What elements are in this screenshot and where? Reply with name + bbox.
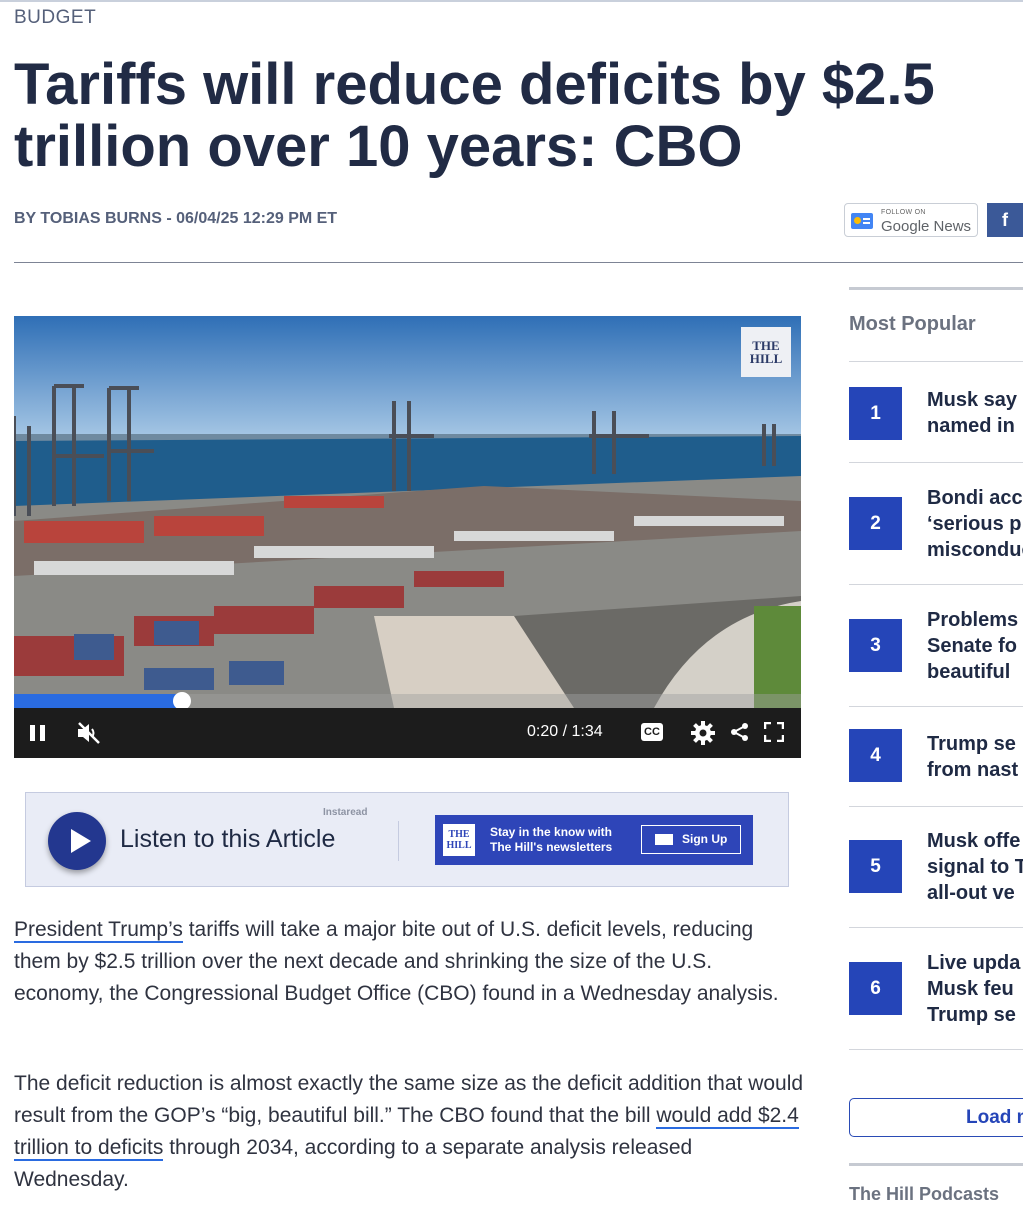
article-paragraph-2: The deficit reduction is almost exactly … (14, 1068, 804, 1196)
the-hill-watermark: THE HILL (741, 327, 791, 377)
sidebar-divider (849, 806, 1023, 807)
sidebar-top-rule (849, 287, 1023, 290)
facebook-share-button[interactable]: f (987, 203, 1023, 237)
google-news-icon (851, 213, 873, 229)
newsletter-signup-button[interactable]: Sign Up (641, 825, 741, 854)
podcasts-heading: The Hill Podcasts (849, 1184, 1000, 1204)
video-player[interactable]: THE HILL 0:20 / 1:34 CC (14, 316, 801, 758)
popular-rank: 5 (849, 840, 902, 893)
popular-title[interactable]: Live upda Musk feu Trump se (927, 950, 1023, 1028)
cc-icon[interactable]: CC (641, 723, 663, 741)
video-duration: / 1:34 (562, 723, 603, 740)
facebook-icon: f (1002, 210, 1008, 230)
popular-rank: 3 (849, 619, 902, 672)
listen-divider (398, 821, 399, 861)
popular-rank: 6 (849, 962, 902, 1015)
instaread-brand: Instaread (323, 807, 368, 818)
popular-title[interactable]: Bondi acc ‘serious p misconduc (927, 485, 1023, 563)
sidebar-divider (849, 584, 1023, 585)
video-progress-fill (14, 694, 182, 708)
gear-icon[interactable] (690, 720, 716, 746)
popular-title[interactable]: Trump se from nast (927, 731, 1023, 783)
popular-rank: 1 (849, 387, 902, 440)
video-controls: 0:20 / 1:34 CC (14, 708, 801, 758)
article-paragraph-1: President Trump’s tariffs will take a ma… (14, 914, 804, 1010)
video-frame (14, 316, 801, 708)
sidebar-divider (849, 1049, 1023, 1050)
google-news-follow-label: FOLLOW ON (881, 209, 926, 216)
pause-icon[interactable] (30, 725, 46, 741)
president-trump-link[interactable]: President Trump’s (14, 918, 183, 943)
most-popular-heading: Most Popular (849, 313, 976, 335)
top-border (0, 0, 1023, 2)
signup-label: Sign Up (682, 832, 728, 846)
listen-to-article-widget: Listen to this Article Instaread THE HIL… (25, 792, 789, 887)
popular-title[interactable]: Problems Senate fo beautiful (927, 607, 1023, 685)
fullscreen-icon[interactable] (764, 722, 784, 742)
popular-title[interactable]: Musk offe signal to T all-out ve (927, 828, 1023, 906)
newsletter-banner[interactable]: THE HILL Stay in the know with The Hill'… (435, 815, 753, 865)
popular-rank: 2 (849, 497, 902, 550)
mail-icon (655, 834, 673, 845)
sidebar-bottom-rule (849, 1163, 1023, 1166)
load-more-button[interactable]: Load m (849, 1098, 1023, 1137)
newsletter-text: Stay in the know with The Hill's newslet… (490, 825, 613, 854)
article-headline: Tariffs will reduce deficits by $2.5 tri… (14, 52, 935, 179)
the-hill-logo: THE HILL (443, 824, 475, 856)
video-time-display: 0:20 / 1:34 (527, 723, 603, 741)
play-audio-button[interactable] (48, 812, 106, 870)
byline: BY TOBIAS BURNS - 06/04/25 12:29 PM ET (14, 210, 338, 227)
popular-title[interactable]: Musk say named in (927, 387, 1023, 439)
google-news-label: Google News (881, 218, 972, 235)
listen-label[interactable]: Listen to this Article (120, 825, 335, 854)
sidebar-divider (849, 927, 1023, 928)
video-current-time: 0:20 (527, 723, 559, 740)
popular-rank: 4 (849, 729, 902, 782)
share-icon[interactable] (730, 722, 750, 742)
category-label[interactable]: BUDGET (14, 7, 96, 29)
sidebar-divider (849, 361, 1023, 362)
mute-icon[interactable] (76, 721, 102, 745)
google-news-follow-button[interactable]: FOLLOW ON Google News (844, 203, 978, 237)
sidebar-divider (849, 706, 1023, 707)
sidebar-divider (849, 462, 1023, 463)
video-progress-bar[interactable] (14, 692, 801, 710)
header-divider (14, 262, 1023, 263)
